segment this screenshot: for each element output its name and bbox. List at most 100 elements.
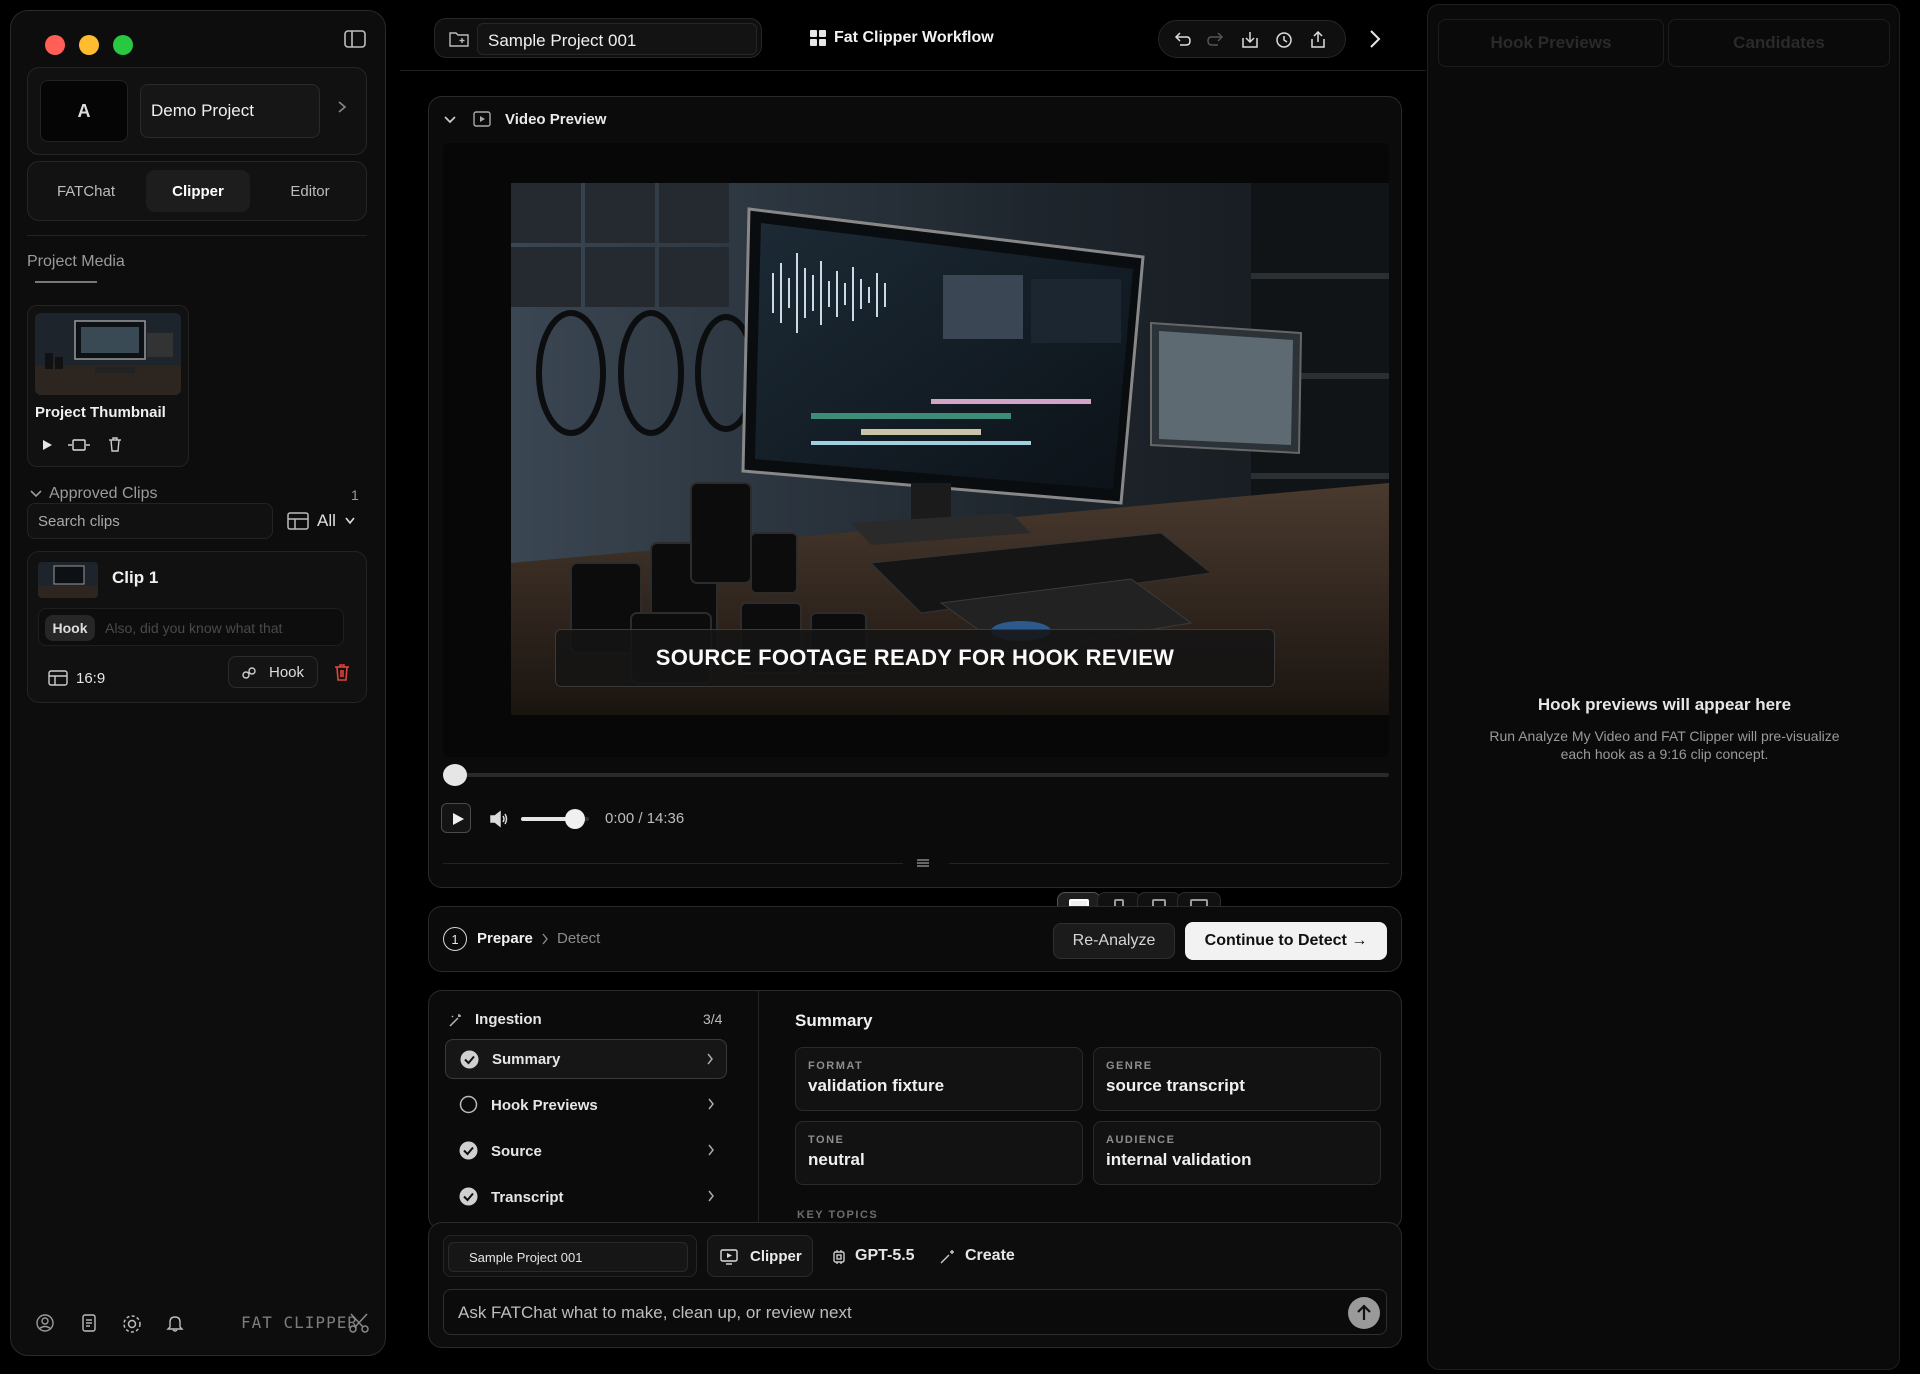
share-icon[interactable]	[1309, 31, 1327, 49]
ingestion-stage-item[interactable]: Transcript	[445, 1177, 727, 1217]
chat-input[interactable]: Ask FATChat what to make, clean up, or r…	[443, 1289, 1387, 1335]
chevron-down-icon[interactable]	[443, 113, 457, 127]
scissors-icon	[347, 1311, 371, 1335]
chevron-down-icon[interactable]	[29, 487, 43, 501]
field-key: FORMAT	[808, 1060, 864, 1072]
ingestion-stage-item[interactable]: Summary	[445, 1039, 727, 1079]
summary-format-card: FORMAT validation fixture	[795, 1047, 1083, 1111]
undo-icon[interactable]	[1173, 31, 1191, 49]
divider	[443, 863, 903, 864]
redo-icon[interactable]	[1207, 31, 1225, 49]
model-selector[interactable]: GPT-5.5	[855, 1247, 915, 1265]
tab-editor[interactable]: Editor	[258, 170, 362, 212]
step-detect[interactable]: Detect	[557, 930, 600, 947]
chevron-right-icon	[541, 933, 549, 945]
video-preview-panel: Video Preview SOURCE FOOTAGE READY FOR H…	[428, 96, 1402, 938]
project-selector[interactable]: A Demo Project	[27, 67, 367, 155]
clip-aspect: 16:9	[76, 670, 106, 687]
hook-tag: Hook	[45, 615, 95, 641]
clip-title: Clip 1	[112, 568, 159, 587]
approved-clips-title[interactable]: Approved Clips	[49, 485, 158, 503]
project-breadcrumb[interactable]: Sample Project 001	[434, 18, 762, 58]
chevron-right-icon[interactable]	[1368, 28, 1382, 50]
sparkle-icon	[939, 1249, 957, 1265]
key-topics-label: KEY TOPICS	[797, 1209, 879, 1221]
empty-state-text: Run Analyze My Video and FAT Clipper wil…	[1489, 728, 1840, 762]
field-value: validation fixture	[808, 1076, 945, 1095]
clip-thumbnail	[38, 562, 98, 598]
create-button[interactable]: Create	[965, 1247, 1015, 1265]
clip-card[interactable]: Clip 1 Hook Also, did you know what that…	[27, 551, 367, 703]
tab-fatchat[interactable]: FATChat	[34, 170, 138, 212]
field-value: internal validation	[1106, 1150, 1252, 1169]
thumbnail-image	[35, 313, 181, 395]
ingestion-stage-item[interactable]: Hook Previews	[445, 1085, 727, 1125]
volume-icon[interactable]	[489, 810, 509, 828]
continue-to-detect-button[interactable]: Continue to Detect →	[1185, 922, 1387, 960]
tab-candidates[interactable]: Candidates	[1668, 19, 1890, 67]
project-avatar: A	[40, 80, 128, 142]
ingestion-panel: Ingestion 3/4 Summary Hook Previews Source…	[428, 990, 1402, 1230]
delete-clip-icon[interactable]	[334, 664, 350, 681]
hook-button[interactable]: Hook	[228, 656, 318, 688]
project-media-title: Project Media	[27, 253, 125, 270]
field-key: GENRE	[1106, 1060, 1153, 1072]
field-key: TONE	[808, 1134, 845, 1146]
send-button[interactable]	[1348, 1297, 1380, 1329]
timeline-scrubber[interactable]	[443, 764, 1389, 786]
cpu-icon	[831, 1249, 847, 1265]
filter-dropdown[interactable]: All	[317, 511, 336, 531]
volume-slider[interactable]	[521, 809, 589, 829]
ingestion-stage-item[interactable]: Source	[445, 1131, 727, 1171]
empty-state-title: Hook previews will appear here	[1537, 695, 1792, 714]
approved-clips-count: 1	[351, 487, 359, 503]
tab-hook-previews[interactable]: Hook Previews	[1438, 19, 1664, 67]
save-icon[interactable]	[1241, 31, 1259, 49]
folder-icon	[449, 30, 469, 48]
minimize-window-button[interactable]	[79, 35, 99, 55]
workflow-steps: 1 Prepare Detect Re-Analyze Continue to …	[428, 906, 1402, 972]
trash-icon[interactable]	[108, 437, 122, 452]
account-icon[interactable]	[35, 1313, 55, 1333]
step-prepare[interactable]: Prepare	[477, 930, 533, 947]
layout-icon	[287, 511, 309, 531]
docs-icon[interactable]	[79, 1313, 99, 1333]
chat-project-chip[interactable]: Sample Project 001	[443, 1235, 697, 1277]
re-analyze-button[interactable]: Re-Analyze	[1053, 923, 1175, 959]
trim-icon[interactable]	[66, 437, 92, 455]
workflow-title: Fat Clipper Workflow	[834, 29, 994, 46]
media-progress-line	[35, 281, 97, 283]
summary-tone-card: TONE neutral	[795, 1121, 1083, 1185]
sidebar-toggle-icon[interactable]	[343, 27, 367, 51]
check-circle-icon	[459, 1187, 478, 1206]
field-key: AUDIENCE	[1106, 1134, 1176, 1146]
volume-handle[interactable]	[565, 809, 586, 829]
play-icon[interactable]	[40, 438, 54, 452]
history-icon[interactable]	[1275, 31, 1293, 49]
project-name: Demo Project	[140, 84, 320, 138]
video-player[interactable]: SOURCE FOOTAGE READY FOR HOOK REVIEW	[443, 143, 1389, 757]
mode-clipper-button[interactable]: Clipper	[707, 1235, 813, 1277]
ingestion-title: Ingestion	[475, 1011, 542, 1028]
empty-circle-icon	[459, 1095, 478, 1114]
zoom-window-button[interactable]	[113, 35, 133, 55]
tab-clipper[interactable]: Clipper	[146, 170, 250, 212]
step-number: 1	[443, 927, 467, 951]
mode-tabs: FATChat Clipper Editor	[27, 161, 367, 221]
search-clips-input[interactable]: Search clips	[27, 503, 273, 539]
stage-label: Source	[491, 1142, 542, 1160]
scrubber-handle[interactable]	[443, 764, 467, 786]
gear-icon[interactable]	[121, 1313, 143, 1335]
media-thumbnail-card[interactable]: Project Thumbnail	[27, 305, 189, 467]
field-value: source transcript	[1106, 1076, 1245, 1095]
time-readout: 0:00 / 14:36	[605, 810, 685, 827]
clip-hook-text: Also, did you know what that	[105, 620, 283, 636]
chevron-right-icon	[706, 1053, 714, 1065]
summary-genre-card: GENRE source transcript	[1093, 1047, 1381, 1111]
chevron-right-icon	[707, 1144, 715, 1156]
bell-icon[interactable]	[165, 1313, 185, 1333]
toolbar-actions	[1158, 20, 1346, 58]
play-button[interactable]	[441, 803, 471, 833]
drag-handle-icon[interactable]	[915, 857, 931, 869]
close-window-button[interactable]	[45, 35, 65, 55]
